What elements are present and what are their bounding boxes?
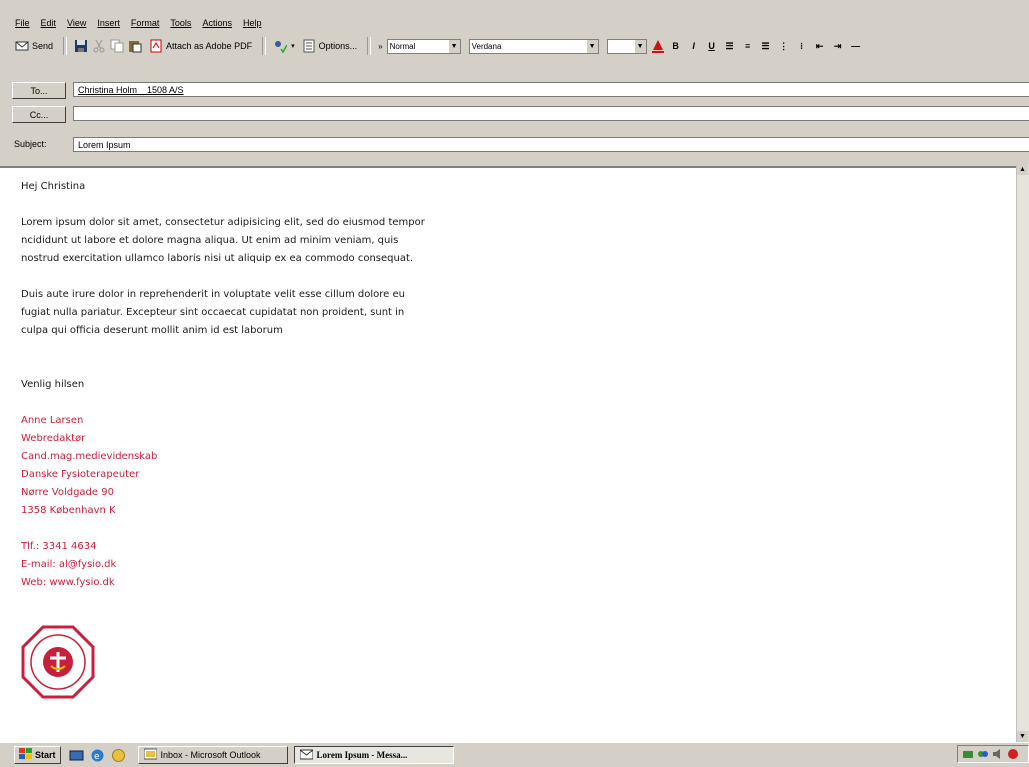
internet-explorer-icon[interactable]: e xyxy=(90,748,105,763)
toolbar-separator xyxy=(262,37,267,55)
save-icon[interactable] xyxy=(74,39,88,53)
body-line: culpa qui officia deserunt mollit anim i… xyxy=(21,325,283,336)
taskbar-item-message[interactable]: Lorem Ipsum - Messa... xyxy=(293,746,454,764)
windows-taskbar: Start e Inbox - Microsoft Outlook Lorem … xyxy=(0,742,1029,767)
options-icon xyxy=(302,39,316,53)
signature-organization: Danske Fysioterapeuter xyxy=(21,469,140,480)
quick-launch: e xyxy=(69,748,126,763)
message-scrollbar[interactable]: ▲ ▼ xyxy=(1016,164,1029,742)
taskbar-item-label: Inbox - Microsoft Outlook xyxy=(160,750,261,760)
cut-icon[interactable] xyxy=(92,39,106,53)
to-field[interactable]: Christina Holm _ 1508 A/S xyxy=(73,82,1029,97)
tray-antivirus-icon[interactable] xyxy=(1007,748,1019,760)
closing: Venlig hilsen xyxy=(21,379,85,390)
scroll-up-icon[interactable]: ▲ xyxy=(1017,164,1028,175)
menu-help[interactable]: Help xyxy=(242,18,263,28)
paste-icon[interactable] xyxy=(128,39,142,53)
increase-indent-icon[interactable]: ⇥ xyxy=(831,38,845,54)
send-button[interactable]: Send xyxy=(12,37,56,55)
signature-title: Webredaktør xyxy=(21,433,86,444)
body-line: nostrud exercitation ullamco laboris nis… xyxy=(21,253,414,264)
style-value: Normal xyxy=(389,41,416,51)
standard-toolbar: Send Attach as Adobe PDF ▾ Options... » … xyxy=(12,34,1029,58)
chevron-down-icon[interactable]: ▼ xyxy=(586,39,598,53)
toolbar-options-chevron-icon[interactable]: » xyxy=(378,42,382,51)
attach-pdf-label: Attach as Adobe PDF xyxy=(166,41,253,51)
options-label: Options... xyxy=(318,41,358,51)
menu-bar: File Edit View Insert Format Tools Actio… xyxy=(14,15,262,31)
menu-view[interactable]: View xyxy=(66,18,87,28)
outlook-icon[interactable] xyxy=(111,748,126,763)
bullet-list-icon[interactable]: ⁝ xyxy=(795,38,809,54)
subject-label: Subject: xyxy=(14,139,47,149)
start-label: Start xyxy=(35,750,56,760)
dropdown-arrow-icon[interactable]: ▾ xyxy=(291,42,295,50)
numbered-list-icon[interactable]: ⋮ xyxy=(777,38,791,54)
cc-button[interactable]: Cc... xyxy=(12,105,66,123)
font-color-icon[interactable] xyxy=(651,38,665,54)
body-line: Duis aute irure dolor in reprehenderit i… xyxy=(21,289,405,300)
font-size-combo[interactable]: ▼ xyxy=(606,38,647,54)
options-button[interactable]: Options... xyxy=(299,37,361,55)
taskbar-item-label: Lorem Ipsum - Messa... xyxy=(316,750,408,760)
signature-degree: Cand.mag.medievidenskab xyxy=(21,451,158,462)
horizontal-line-icon[interactable]: — xyxy=(849,38,863,54)
chevron-down-icon[interactable]: ▼ xyxy=(634,39,646,53)
body-line: ncididunt ut labore et dolore magna aliq… xyxy=(21,235,399,246)
scroll-down-icon[interactable]: ▼ xyxy=(1017,731,1028,742)
body-line: Lorem ipsum dolor sit amet, consectetur … xyxy=(21,217,425,228)
menu-file[interactable]: File xyxy=(14,18,31,28)
signature-street: Nørre Voldgade 90 xyxy=(21,487,114,498)
chevron-down-icon[interactable]: ▼ xyxy=(448,39,460,53)
message-icon xyxy=(299,748,314,762)
tray-messenger-icon[interactable] xyxy=(977,748,989,760)
attach-pdf-button[interactable]: Attach as Adobe PDF xyxy=(146,37,255,55)
start-button[interactable]: Start xyxy=(14,746,61,764)
copy-icon[interactable] xyxy=(110,39,124,53)
decrease-indent-icon[interactable]: ⇤ xyxy=(813,38,827,54)
svg-text:e: e xyxy=(94,752,100,762)
subject-field[interactable]: Lorem Ipsum xyxy=(73,137,1029,152)
menu-edit[interactable]: Edit xyxy=(40,18,58,28)
taskbar-item-inbox[interactable]: Inbox - Microsoft Outlook xyxy=(137,746,288,764)
windows-logo-icon xyxy=(19,748,32,762)
signature-phone: Tlf.: 3341 4634 xyxy=(21,541,97,552)
inbox-icon xyxy=(143,748,158,762)
toolbar-separator xyxy=(367,37,372,55)
send-icon xyxy=(15,39,29,53)
toolbar-separator xyxy=(63,37,68,55)
signature-city: 1358 København K xyxy=(21,505,116,516)
signature-email[interactable]: E-mail: al@fysio.dk xyxy=(21,556,425,574)
cc-field[interactable] xyxy=(73,106,1029,121)
to-button[interactable]: To... xyxy=(12,81,66,99)
greeting: Hej Christina xyxy=(21,181,86,192)
menu-tools[interactable]: Tools xyxy=(169,18,192,28)
style-combo[interactable]: Normal ▼ xyxy=(386,38,461,54)
check-names-icon[interactable] xyxy=(273,39,288,54)
send-label: Send xyxy=(32,41,54,51)
signature-web[interactable]: Web: www.fysio.dk xyxy=(21,574,425,592)
tray-network-icon[interactable] xyxy=(962,748,974,760)
show-desktop-icon[interactable] xyxy=(69,748,84,763)
align-right-icon[interactable]: ☰ xyxy=(759,38,773,54)
underline-icon[interactable]: U xyxy=(705,38,719,54)
organization-logo xyxy=(21,625,95,699)
message-text: Hej Christina Lorem ipsum dolor sit amet… xyxy=(21,178,425,592)
outlook-window-chrome: File Edit View Insert Format Tools Actio… xyxy=(0,0,1029,166)
font-combo[interactable]: Verdana ▼ xyxy=(468,38,599,54)
system-tray xyxy=(957,745,1029,763)
italic-icon[interactable]: I xyxy=(687,38,701,54)
menu-format[interactable]: Format xyxy=(130,18,161,28)
font-value: Verdana xyxy=(471,41,502,51)
align-center-icon[interactable]: ≡ xyxy=(741,38,755,54)
menu-insert[interactable]: Insert xyxy=(96,18,121,28)
signature-name: Anne Larsen xyxy=(21,415,84,426)
tray-volume-icon[interactable] xyxy=(992,748,1004,760)
pdf-icon xyxy=(149,39,163,53)
menu-actions[interactable]: Actions xyxy=(201,18,233,28)
body-line: fugiat nulla pariatur. Excepteur sint oc… xyxy=(21,307,405,318)
align-left-icon[interactable]: ☰ xyxy=(723,38,737,54)
bold-icon[interactable]: B xyxy=(669,38,683,54)
